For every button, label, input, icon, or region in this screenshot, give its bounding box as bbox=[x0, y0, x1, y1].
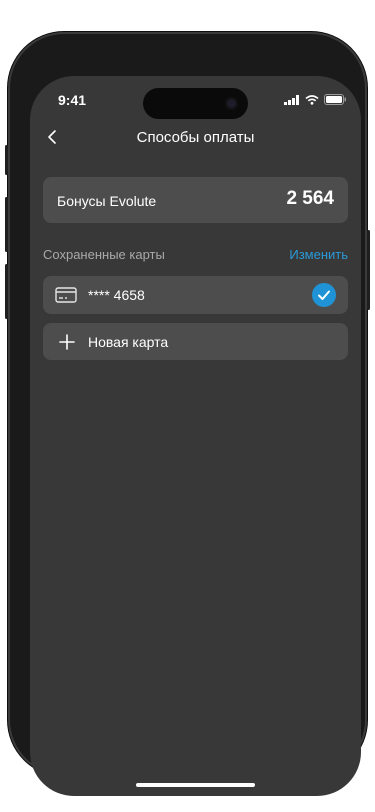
signal-icon bbox=[284, 94, 299, 105]
saved-cards-label: Сохраненные карты bbox=[43, 247, 165, 262]
volume-down-button bbox=[5, 264, 8, 319]
volume-up-button bbox=[5, 197, 8, 252]
camera-icon bbox=[225, 97, 238, 110]
navigation-bar: Способы оплаты bbox=[30, 126, 361, 150]
status-time: 9:41 bbox=[58, 92, 87, 108]
app-screen: 9:41 Способы оплаты Бонусы Evolute 2 564… bbox=[30, 76, 361, 796]
battery-icon bbox=[324, 94, 346, 105]
bonus-label: Бонусы Evolute bbox=[57, 193, 157, 209]
status-icons bbox=[284, 94, 347, 105]
add-new-card-button[interactable]: Новая карта bbox=[43, 323, 348, 360]
selected-check[interactable] bbox=[312, 283, 336, 307]
home-indicator[interactable] bbox=[136, 783, 255, 787]
edit-cards-link[interactable]: Изменить bbox=[289, 247, 348, 262]
credit-card-icon bbox=[55, 287, 77, 303]
new-card-label: Новая карта bbox=[88, 334, 169, 350]
bonus-card: Бонусы Evolute 2 564 bbox=[43, 177, 348, 223]
page-title: Способы оплаты bbox=[136, 129, 255, 146]
plus-icon bbox=[59, 334, 75, 350]
mute-switch bbox=[5, 145, 8, 175]
wifi-icon bbox=[305, 94, 319, 105]
dynamic-island bbox=[143, 88, 248, 119]
saved-card-row[interactable]: **** 4658 bbox=[43, 276, 348, 314]
power-button bbox=[367, 230, 370, 310]
checkmark-icon bbox=[318, 290, 330, 300]
bonus-value: 2 564 bbox=[286, 188, 334, 209]
card-number: **** 4658 bbox=[88, 287, 145, 303]
phone-frame: 9:41 Способы оплаты Бонусы Evolute 2 564… bbox=[5, 32, 370, 796]
